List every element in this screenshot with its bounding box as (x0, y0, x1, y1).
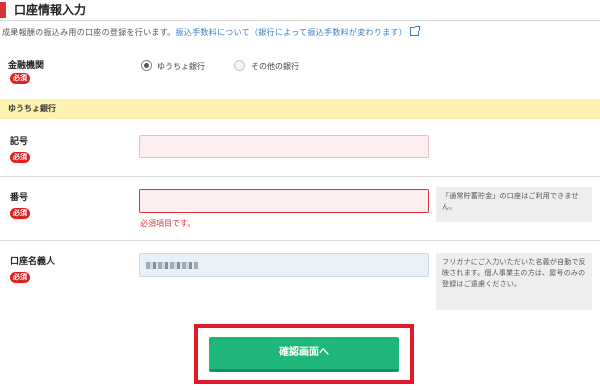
number-note: 「通常貯蓄貯金」の口座はご利用できません。 (436, 187, 592, 222)
masked-holder-name (146, 262, 198, 269)
symbol-input[interactable] (139, 135, 429, 158)
required-badge-institution: 必須 (10, 73, 30, 84)
required-badge-symbol: 必須 (10, 152, 30, 163)
number-error: 必須項目です。 (140, 219, 196, 228)
required-badge-number: 必須 (10, 208, 30, 219)
holder-input[interactable] (139, 253, 429, 277)
holder-label: 口座名義人 (10, 257, 56, 267)
description-text: 成果報酬の振込み用の口座の登録を行います。 (2, 28, 176, 37)
description: 成果報酬の振込み用の口座の登録を行います。振込手数料について（銀行によって振込手… (2, 26, 421, 38)
section-title: ゆうちょ銀行 (8, 104, 56, 113)
radio-yucho[interactable] (141, 60, 152, 71)
section-header: ゆうちょ銀行 (0, 99, 600, 119)
radio-yucho-label[interactable]: ゆうちょ銀行 (157, 61, 205, 72)
required-badge-holder: 必須 (10, 272, 30, 283)
radio-other-bank-label[interactable]: その他の銀行 (251, 61, 299, 72)
symbol-label: 記号 (10, 137, 29, 147)
holder-note: フリガナにご入力いただいた名義が自動で反映されます。個人事業主の方は、屋号のみの… (436, 253, 592, 310)
title-divider (0, 20, 600, 21)
fee-info-link[interactable]: 振込手数料について（銀行によって振込手数料が変わります） (176, 28, 408, 37)
institution-label: 金融機関 (8, 61, 45, 71)
page-title: 口座情報入力 (14, 3, 87, 17)
external-link-icon[interactable] (410, 26, 421, 36)
row-divider (0, 176, 600, 177)
row-divider (0, 240, 600, 241)
number-label: 番号 (10, 193, 29, 203)
title-accent-bar (0, 2, 6, 18)
confirm-button[interactable]: 確認画面へ (209, 337, 399, 372)
number-input[interactable] (139, 189, 429, 213)
radio-other-bank[interactable] (234, 60, 245, 71)
